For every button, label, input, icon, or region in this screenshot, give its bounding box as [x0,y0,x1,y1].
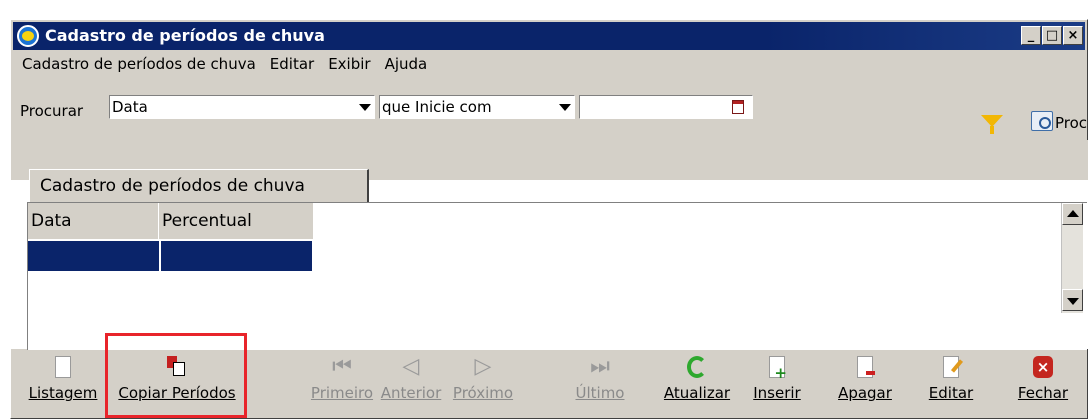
calendar-icon[interactable] [732,100,744,114]
menu-ajuda[interactable]: Ajuda [378,53,435,77]
close-window-button[interactable]: × [1063,26,1083,45]
search-term-input[interactable] [579,95,753,119]
last-icon: ⏭ [590,354,610,379]
grid-area: Data Percentual [27,202,1087,350]
atualizar-label: Atualizar [663,384,731,402]
maximize-button[interactable]: □ [1042,26,1062,45]
search-label: Procurar [20,102,84,120]
records-panel: Cadastro de períodos de chuva Data Perce… [11,140,1088,350]
close-icon: × [1033,356,1053,378]
next-icon: ▷ [474,354,492,379]
apagar-button[interactable]: Apagar [833,346,897,420]
proximo-label: Próximo [452,384,514,402]
search-icon[interactable] [1031,111,1053,131]
scroll-down-button[interactable] [1062,289,1083,311]
menu-cadastro[interactable]: Cadastro de períodos de chuva [15,53,263,77]
proximo-button[interactable]: ▷ Próximo [445,346,521,420]
document-icon [55,356,71,378]
menu-bar: Cadastro de períodos de chuva Editar Exi… [15,53,434,77]
fechar-button[interactable]: × Fechar [1013,346,1073,420]
listagem-label: Listagem [28,384,98,402]
title-bar[interactable]: Cadastro de períodos de chuva _ □ × [13,22,1085,50]
delete-icon [857,356,875,378]
editar-label: Editar [928,384,974,402]
menu-editar[interactable]: Editar [263,53,321,77]
ultimo-label: Último [575,384,625,402]
search-field-select[interactable]: Data [109,95,375,119]
edit-icon [943,356,959,378]
primeiro-button[interactable]: ⏮ Primeiro [309,346,375,420]
search-condition-value: que Inicie com [382,98,492,116]
search-bar: Procurar Data que Inicie com Procurar [15,80,1088,134]
cell-percentual[interactable] [161,241,314,271]
menu-exibir[interactable]: Exibir [321,53,377,77]
previous-icon: ◁ [402,354,420,379]
grid-header: Data Percentual [28,203,314,239]
app-icon [17,25,39,47]
apagar-label: Apagar [838,384,892,402]
copiar-periodos-highlight-frame [105,333,247,418]
fechar-label: Fechar [1017,384,1069,402]
column-header-data[interactable]: Data [28,203,159,239]
search-button[interactable]: Procurar [1055,114,1088,132]
search-field-value: Data [112,98,148,116]
anterior-button[interactable]: ◁ Anterior [375,346,447,420]
cell-data[interactable] [28,241,161,271]
primeiro-label: Primeiro [310,384,374,402]
anterior-label: Anterior [380,384,442,402]
filter-icon[interactable] [981,115,1003,134]
insert-icon [769,356,787,381]
vertical-scrollbar[interactable] [1061,203,1083,313]
search-condition-select[interactable]: que Inicie com [379,95,575,119]
listagem-button[interactable]: Listagem [17,346,109,420]
column-header-percentual[interactable]: Percentual [159,203,314,239]
inserir-label: Inserir [753,384,801,402]
inserir-button[interactable]: Inserir [749,346,805,420]
atualizar-button[interactable]: Atualizar [657,346,737,420]
window-title: Cadastro de períodos de chuva [45,26,325,45]
editar-button[interactable]: Editar [923,346,979,420]
chevron-down-icon [359,104,371,111]
refresh-icon [687,356,707,378]
table-row[interactable] [28,241,314,271]
first-icon: ⏮ [332,354,352,379]
minimize-button[interactable]: _ [1021,26,1041,45]
ultimo-button[interactable]: ⏭ Último [573,346,627,420]
scroll-up-button[interactable] [1062,203,1083,225]
chevron-down-icon [559,104,571,111]
